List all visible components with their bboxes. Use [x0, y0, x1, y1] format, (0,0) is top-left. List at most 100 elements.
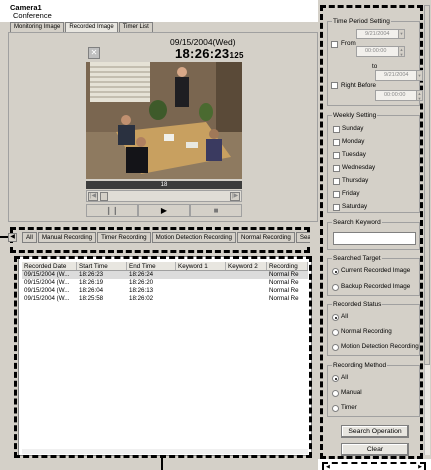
tab-timer-recording[interactable]: Timer Recording [97, 232, 151, 243]
col-recording[interactable]: Recording [267, 262, 308, 270]
seek-bar[interactable]: |◀ |▶ [86, 190, 242, 202]
cell-recording: Normal Re [269, 295, 299, 302]
tuesday-checkbox[interactable] [333, 152, 340, 159]
method-all-radio[interactable] [332, 375, 339, 382]
status-motion-radio[interactable] [332, 344, 339, 351]
status-all-radio[interactable] [332, 314, 339, 321]
cell-date: 09/15/2004 (W... [24, 295, 70, 302]
arrow-left-icon[interactable]: ◀ [8, 233, 17, 242]
monday-label: Monday [342, 138, 365, 145]
target-backup-radio[interactable] [332, 284, 339, 291]
tab-manual-recording[interactable]: Manual Recording [37, 232, 97, 243]
frame-counter: 18 [86, 181, 242, 189]
col-end-time[interactable]: End Time [127, 262, 176, 270]
cell-keyword-1 [176, 287, 226, 295]
cell-end: 18:26:24 [129, 271, 154, 278]
status-normal-radio[interactable] [332, 329, 339, 336]
cell-keyword-2 [226, 271, 267, 279]
to-date-dropdown[interactable]: ▼ [416, 70, 423, 81]
table-row[interactable]: 09/15/2004 (W... 18:25:58 18:26:02 Norma… [22, 295, 308, 303]
friday-label: Friday [342, 190, 360, 197]
tab-all[interactable]: All [22, 232, 37, 243]
from-date-field[interactable]: 9/21/2004 [356, 29, 400, 39]
cell-recording: Normal Re [269, 287, 299, 294]
clear-button[interactable]: Clear [341, 443, 409, 456]
from-time-field[interactable]: 00:00:00 [356, 46, 400, 57]
keyword-input[interactable] [333, 232, 416, 245]
saturday-checkbox[interactable] [333, 204, 340, 211]
sunday-checkbox[interactable] [333, 126, 340, 133]
monday-checkbox[interactable] [333, 139, 340, 146]
wednesday-label: Wednesday [342, 164, 376, 171]
cell-end: 18:26:20 [129, 279, 154, 286]
table-row[interactable]: 09/15/2004 (W... 18:26:19 18:26:20 Norma… [22, 279, 308, 287]
search-operation-button[interactable]: Search Operation [341, 425, 409, 438]
tuesday-label: Tuesday [342, 151, 366, 158]
cell-end: 18:26:13 [129, 287, 154, 294]
cell-start: 18:26:04 [79, 287, 104, 294]
method-manual-label: Manual [341, 389, 362, 396]
table-row[interactable]: 09/15/2004 (W... 18:26:23 18:26:24 Norma… [22, 271, 308, 279]
arrow-left-icon[interactable]: ◀ [326, 464, 330, 470]
target-current-radio[interactable] [332, 268, 339, 275]
stop-icon[interactable]: ■ [190, 204, 242, 217]
friday-checkbox[interactable] [333, 191, 340, 198]
method-timer-label: Timer [341, 404, 357, 411]
cell-date: 09/15/2004 (W... [24, 287, 70, 294]
col-recorded-date[interactable]: Recorded Date [22, 262, 77, 270]
status-all-label: All [341, 313, 348, 320]
from-date-dropdown[interactable]: ▼ [398, 29, 405, 39]
arrow-left-icon[interactable]: |◀ [88, 192, 98, 201]
status-motion-label: Motion Detection Recording [341, 343, 419, 350]
keyword-label: Search Keyword [332, 219, 382, 226]
recorded-time-fraction: 125 [229, 51, 244, 60]
playback-controls: ❙❙ ▶ ■ [86, 204, 242, 217]
to-time-spinner[interactable]: ▲ ▼ [416, 90, 423, 101]
method-timer-radio[interactable] [332, 405, 339, 412]
seek-thumb[interactable] [100, 192, 108, 201]
play-icon[interactable]: ▶ [138, 204, 190, 217]
from-time-spinner[interactable]: ▲ ▼ [398, 46, 405, 57]
col-start-time[interactable]: Start Time [77, 262, 127, 270]
time-period-label: Time Period Setting [332, 18, 391, 25]
cell-date: 09/15/2004 (W... [24, 271, 70, 278]
method-manual-radio[interactable] [332, 390, 339, 397]
cell-keyword-2 [226, 279, 267, 287]
cell-date: 09/15/2004 (W... [24, 279, 70, 286]
cell-keyword-1 [176, 279, 226, 287]
wednesday-checkbox[interactable] [333, 165, 340, 172]
cell-start: 18:26:19 [79, 279, 104, 286]
from-checkbox[interactable] [331, 41, 338, 48]
method-all-label: All [341, 374, 348, 381]
sunday-label: Sunday [342, 125, 364, 132]
arrow-right-icon[interactable]: ▶ [418, 464, 422, 470]
recorder-window: Camera1 Conference Monitoring Image Reco… [0, 0, 431, 470]
list-tabs-bar: ◀ All Manual Recording Timer Recording M… [8, 232, 310, 245]
table-row[interactable]: 09/15/2004 (W... 18:26:04 18:26:13 Norma… [22, 287, 308, 295]
col-keyword-2[interactable]: Keyword 2 [226, 262, 267, 270]
recorded-time: 18:26:23125 [175, 46, 244, 61]
pause-icon[interactable]: ❙❙ [86, 204, 138, 217]
search-panel-scroll-thumb[interactable] [424, 5, 430, 365]
arrow-right-icon[interactable]: |▶ [230, 192, 240, 201]
status-normal-label: Normal Recording [341, 328, 392, 335]
tab-normal-recording[interactable]: Normal Recording [236, 232, 295, 243]
right-before-label: Right Before [341, 82, 377, 89]
tab-motion-detection-recording[interactable]: Motion Detection Recording [151, 232, 236, 243]
thursday-checkbox[interactable] [333, 178, 340, 185]
to-date-field[interactable]: 9/21/2004 [375, 70, 419, 81]
cell-recording: Normal Re [269, 271, 299, 278]
recorded-time-main: 18:26:23 [175, 46, 230, 61]
list-horizontal-scrollbar[interactable] [22, 449, 308, 454]
to-time-field[interactable]: 00:00:00 [375, 90, 419, 101]
video-frame [86, 62, 242, 179]
tab-search[interactable]: Search [295, 232, 310, 243]
search-panel-hscroll[interactable]: ◀ ▶ [322, 462, 426, 470]
list-rows: 09/15/2004 (W... 18:26:23 18:26:24 Norma… [22, 271, 308, 303]
target-current-label: Current Recorded Image [341, 267, 411, 274]
col-keyword-1[interactable]: Keyword 1 [176, 262, 226, 270]
target-group: Searched Target [327, 255, 420, 296]
zoom-toggle-icon[interactable]: ✕ [88, 47, 100, 59]
callout-leader-bottom [161, 458, 163, 470]
right-before-checkbox[interactable] [331, 82, 338, 89]
